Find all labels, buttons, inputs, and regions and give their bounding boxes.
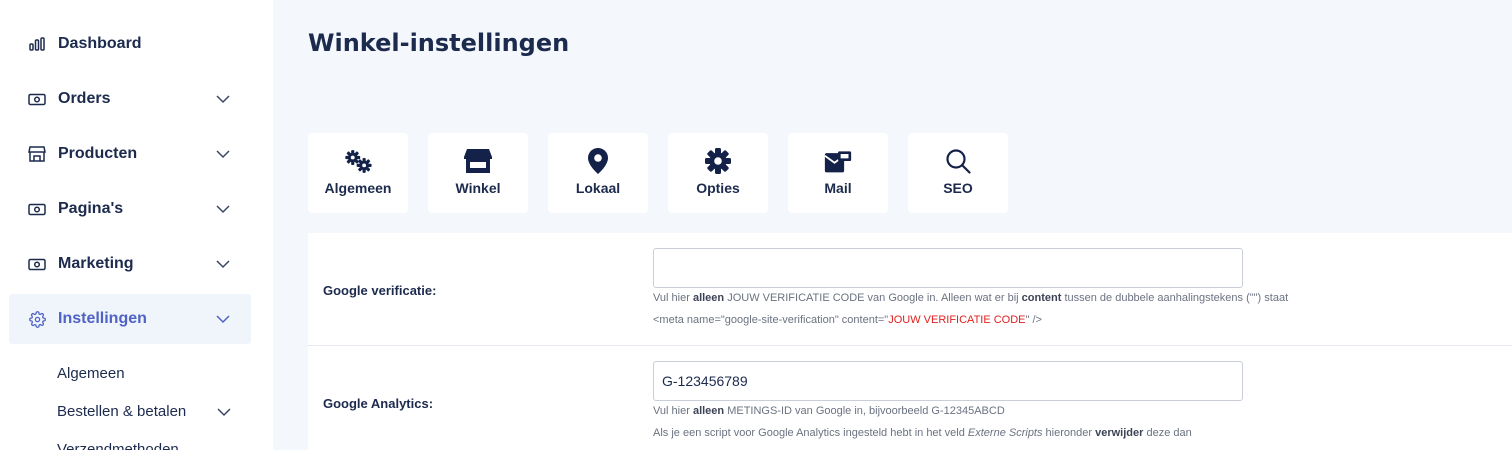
store-icon xyxy=(27,144,47,164)
sidebar-item-label: Orders xyxy=(58,90,111,107)
sidebar-subitem-verzendmethoden[interactable]: Verzendmethoden xyxy=(57,441,179,450)
page-title: Winkel-instellingen xyxy=(308,29,570,57)
sidebar-subitem-algemeen[interactable]: Algemeen xyxy=(57,365,125,382)
sidebar: Dashboard Orders Producten Pagina's Mark… xyxy=(0,0,273,450)
google-analytics-help-note: Als je een script voor Google Analytics … xyxy=(653,427,1192,439)
sidebar-item-orders[interactable]: Orders xyxy=(9,74,251,124)
tab-label: Opties xyxy=(696,180,740,196)
gears-icon xyxy=(344,147,372,175)
sidebar-item-label: Instellingen xyxy=(58,310,147,327)
chevron-down-icon xyxy=(216,150,230,159)
row-divider xyxy=(308,345,1512,346)
tab-label: Winkel xyxy=(455,180,501,196)
chevron-down-icon xyxy=(216,315,230,324)
tab-opties[interactable]: Opties xyxy=(668,133,768,213)
sidebar-item-instellingen[interactable]: Instellingen xyxy=(9,294,251,344)
tab-lokaal[interactable]: Lokaal xyxy=(548,133,648,213)
banknote-icon xyxy=(27,254,47,274)
gear-icon xyxy=(27,309,47,329)
google-verification-input[interactable] xyxy=(653,248,1243,288)
sidebar-subitem-bestellen-betalen[interactable]: Bestellen & betalen xyxy=(57,403,186,420)
mail-icon xyxy=(824,147,852,175)
sidebar-item-marketing[interactable]: Marketing xyxy=(9,239,251,289)
sidebar-item-label: Pagina's xyxy=(58,200,124,217)
chevron-down-icon[interactable] xyxy=(216,404,232,420)
map-pin-icon xyxy=(584,147,612,175)
tab-label: Lokaal xyxy=(575,180,621,196)
sidebar-item-label: Dashboard xyxy=(58,35,142,52)
google-verification-label: Google verificatie: xyxy=(323,283,437,298)
storefront-icon xyxy=(464,147,492,175)
bar-chart-icon xyxy=(27,34,47,54)
tab-seo[interactable]: SEO xyxy=(908,133,1008,213)
banknote-icon xyxy=(27,89,47,109)
chevron-down-icon xyxy=(216,95,230,104)
search-icon xyxy=(944,147,972,175)
sidebar-item-dashboard[interactable]: Dashboard xyxy=(9,19,251,69)
chevron-down-icon xyxy=(216,205,230,214)
tab-algemeen[interactable]: Algemeen xyxy=(308,133,408,213)
tab-label: Mail xyxy=(824,180,852,196)
chevron-down-icon xyxy=(216,260,230,269)
tab-winkel[interactable]: Winkel xyxy=(428,133,528,213)
sidebar-item-producten[interactable]: Producten xyxy=(9,129,251,179)
sidebar-item-paginas[interactable]: Pagina's xyxy=(9,184,251,234)
google-analytics-input[interactable] xyxy=(653,361,1243,401)
google-analytics-label: Google Analytics: xyxy=(323,396,434,411)
banknote-icon xyxy=(27,199,47,219)
tab-label: Algemeen xyxy=(324,180,392,196)
google-verification-help: Vul hier alleen JOUW VERIFICATIE CODE va… xyxy=(653,292,1289,304)
tab-mail[interactable]: Mail xyxy=(788,133,888,213)
google-verification-help-example: <meta name="google-site-verification" co… xyxy=(653,314,1042,326)
sidebar-item-label: Marketing xyxy=(58,255,134,272)
sidebar-item-label: Producten xyxy=(58,145,138,162)
google-analytics-help: Vul hier alleen METINGS-ID van Google in… xyxy=(653,405,1005,417)
tab-label: SEO xyxy=(943,180,973,196)
gear-icon xyxy=(704,147,732,175)
settings-panel: Google verificatie: Vul hier alleen JOUW… xyxy=(308,233,1512,450)
